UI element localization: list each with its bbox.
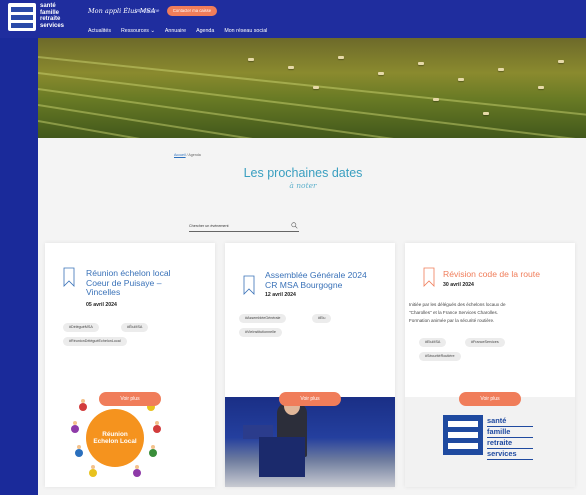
breadcrumb-current: / Agenda [186, 153, 201, 157]
contact-button[interactable]: Contacter ma caisse [167, 6, 217, 16]
see-more-button[interactable]: Voir plus [99, 392, 161, 406]
search-placeholder: Chercher un événement [189, 224, 229, 228]
event-tag[interactable]: #EluMSA [419, 338, 447, 347]
see-more-button[interactable]: Voir plus [459, 392, 521, 406]
breadcrumb-home-link[interactable]: Accueil [174, 153, 186, 157]
see-more-button[interactable]: Voir plus [279, 392, 341, 406]
search-input[interactable]: Chercher un événement [189, 222, 299, 232]
msa-wordmark: santé famille retraite services [487, 416, 533, 460]
bookmark-icon [63, 267, 75, 287]
event-tag[interactable]: #SécuritéRoutière [419, 352, 461, 361]
bookmark-icon [243, 275, 255, 295]
event-card[interactable]: Assemblée Générale 2024 CR MSA Bourgogne… [225, 243, 395, 487]
event-date: 30 avril 2024 [443, 282, 474, 288]
msa-logo-icon[interactable] [8, 3, 36, 31]
app-region: | Bourgogne [135, 8, 160, 13]
search-icon[interactable] [291, 222, 298, 229]
event-tag[interactable]: #ÉluMSA [121, 323, 149, 332]
event-title[interactable]: Assemblée Générale 2024 CR MSA Bourgogne [265, 270, 393, 290]
event-date: 12 avril 2024 [265, 292, 296, 298]
nav-item-ressources[interactable]: Ressources ⌄ [121, 28, 155, 34]
page: santé famille retraite services Mon appl… [0, 0, 586, 495]
event-date: 05 avril 2024 [86, 302, 117, 308]
event-tag[interactable]: #VieInstitutionnelle [239, 328, 282, 337]
event-title[interactable]: Révision code de la route [443, 269, 573, 280]
event-description: Initiée par les délégués des échelons lo… [409, 302, 506, 323]
main-nav: Actualités Ressources ⌄ Annuaire Agenda … [88, 28, 267, 34]
event-tag[interactable]: #FranceServices [465, 338, 505, 347]
breadcrumb: Accueil / Agenda [174, 153, 201, 157]
nav-item-annuaire[interactable]: Annuaire [165, 28, 186, 34]
event-image [225, 397, 395, 487]
page-title: Les prochaines dates [243, 166, 363, 180]
hero-image [38, 38, 586, 138]
event-card[interactable]: Révision code de la route 30 avril 2024 … [405, 243, 575, 487]
page-subtitle: à noter [289, 181, 317, 190]
event-tag[interactable]: #AssembléeGénérale [239, 314, 287, 323]
nav-item-reseau-social[interactable]: Mon réseau social [224, 28, 267, 34]
event-tag[interactable]: #Elu [312, 314, 332, 323]
reunion-badge: Réunion Echelon Local [86, 409, 144, 467]
event-card[interactable]: Réunion échelon local Coeur de Puisaye –… [45, 243, 215, 487]
nav-item-agenda[interactable]: Agenda [196, 28, 214, 34]
event-image: santé famille retraite services [405, 397, 575, 487]
msa-logo-icon [443, 415, 483, 455]
agenda-section: Accueil / Agenda Les prochaines dates à … [38, 138, 586, 495]
bookmark-icon [423, 267, 435, 287]
event-title[interactable]: Réunion échelon local Coeur de Puisaye –… [86, 268, 206, 298]
event-tag[interactable]: #DéléguéMSA [63, 323, 99, 332]
event-tag[interactable]: #RéunionDéléguéEchelonLocal [63, 337, 127, 346]
event-image: Réunion Echelon Local [45, 397, 215, 487]
page-heading: Les prochaines dates à noter [178, 166, 428, 190]
nav-item-actualites[interactable]: Actualités [88, 28, 111, 34]
top-bar: santé famille retraite services Mon appl… [0, 0, 586, 38]
logo-text: santé famille retraite services [40, 3, 65, 29]
